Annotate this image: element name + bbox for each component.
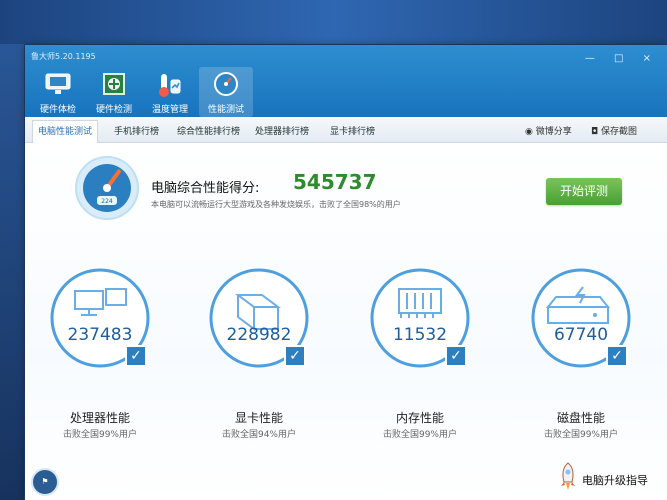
tab-pc-performance[interactable]: 电脑性能测试 (32, 120, 99, 143)
award-badge-icon: ⚑ (31, 468, 59, 496)
monitor-icon (45, 73, 71, 94)
thermometer-icon (159, 74, 181, 97)
tab-overall-ranking[interactable]: 综合性能排行榜 (172, 123, 245, 142)
gauge-label: 224 (101, 198, 113, 205)
gpu-subtitle: 击败全国94%用户 (221, 430, 296, 440)
nav-label: 硬件检测 (95, 105, 132, 115)
tab-gpu-ranking[interactable]: 显卡排行榜 (325, 123, 380, 142)
check-icon: ✓ (284, 345, 306, 367)
cpu-title: 处理器性能 (69, 411, 130, 425)
speedometer-icon: 224 (75, 156, 139, 220)
summary-subtitle: 本电脑可以流畅运行大型游戏及各种发烧娱乐，击败了全国98%的用户 (151, 200, 401, 209)
cpu-subtitle: 击败全国99%用户 (62, 430, 137, 440)
check-icon: ✓ (445, 345, 467, 367)
memory-score: 11532 (392, 325, 448, 345)
gpu-title: 显卡性能 (234, 411, 283, 425)
disk-title: 磁盘性能 (556, 411, 605, 425)
disk-subtitle: 击败全国99%用户 (543, 430, 618, 440)
disk-performance-card[interactable]: 67740 ✓ 磁盘性能 击败全国99%用户 (528, 265, 634, 453)
desktop-top-strip (0, 0, 667, 44)
nav-performance[interactable]: 性能测试 (199, 67, 253, 117)
summary-title: 电脑综合性能得分: (151, 181, 260, 196)
chip-icon (103, 73, 125, 95)
gpu-score: 228982 (226, 325, 292, 345)
memory-performance-card[interactable]: 11532 ✓ 内存性能 击败全国99%用户 (367, 265, 473, 453)
start-evaluation-button[interactable]: 开始评测 (546, 178, 622, 205)
cpu-score: 237483 (67, 325, 133, 345)
tab-cpu-ranking[interactable]: 处理器排行榜 (250, 123, 314, 142)
memory-subtitle: 击败全国99%用户 (382, 430, 457, 440)
rocket-icon (561, 462, 575, 490)
performance-panel: 224 电脑综合性能得分: 545737 本电脑可以流畅运行大型游戏及各种发烧娱… (25, 143, 667, 500)
window-controls[interactable]: — □ × (585, 53, 659, 64)
nav-label: 性能测试 (207, 105, 244, 115)
nav-hardware-checkup[interactable]: 硬件体检 (31, 67, 85, 117)
tab-bar: 电脑性能测试 手机排行榜 综合性能排行榜 处理器排行榜 显卡排行榜 ◉ 微博分享… (25, 118, 667, 143)
share-icon: ◉ (525, 127, 533, 137)
nav-label: 温度管理 (151, 105, 188, 115)
tab-phone-ranking[interactable]: 手机排行榜 (109, 123, 164, 142)
memory-title: 内存性能 (395, 411, 444, 425)
nav-hardware-detect[interactable]: 硬件检测 (87, 67, 141, 117)
nav-temperature[interactable]: 温度管理 (143, 67, 197, 117)
upgrade-guide-label: 电脑升级指导 (582, 474, 648, 487)
check-icon: ✓ (606, 345, 628, 367)
window-title: 鲁大师5.20.1195 (31, 52, 96, 61)
cpu-performance-card[interactable]: 237483 ✓ 处理器性能 击败全国99%用户 (47, 265, 153, 453)
gpu-performance-card[interactable]: 228982 ✓ 显卡性能 击败全国94%用户 (206, 265, 312, 453)
disk-score: 67740 (553, 325, 609, 345)
nav-label: 硬件体检 (39, 105, 76, 115)
top-bar: 鲁大师5.20.1195 — □ × 硬件体检 硬件检测 温度管理 性能测试 (25, 45, 667, 117)
weibo-share-button[interactable]: ◉ 微博分享 (525, 123, 572, 141)
save-screenshot-label: 保存截图 (601, 127, 638, 137)
summary-score: 545737 (293, 170, 377, 194)
desktop-left-strip (0, 0, 24, 500)
camera-icon: ◘ (591, 127, 599, 137)
weibo-share-label: 微博分享 (535, 127, 572, 137)
app-window: 鲁大师5.20.1195 — □ × 硬件体检 硬件检测 温度管理 性能测试 电… (25, 45, 667, 500)
gauge-icon (214, 72, 238, 96)
save-screenshot-button[interactable]: ◘ 保存截图 (591, 123, 637, 141)
check-icon: ✓ (125, 345, 147, 367)
upgrade-guide-button[interactable]: 电脑升级指导 (558, 462, 658, 492)
